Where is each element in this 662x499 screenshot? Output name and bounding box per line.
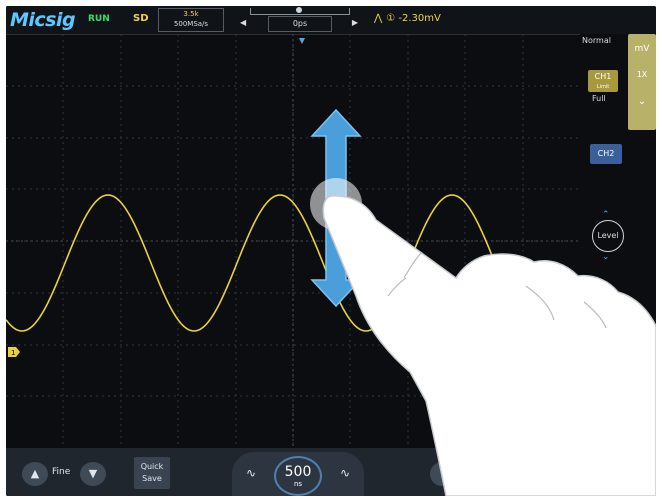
oscilloscope-screen: Micsig RUN SD 3.5k 500MSa/s ◀ 0ps ▶ ⋀ ① -…	[6, 6, 656, 496]
pointing-hand-icon	[322, 195, 656, 496]
